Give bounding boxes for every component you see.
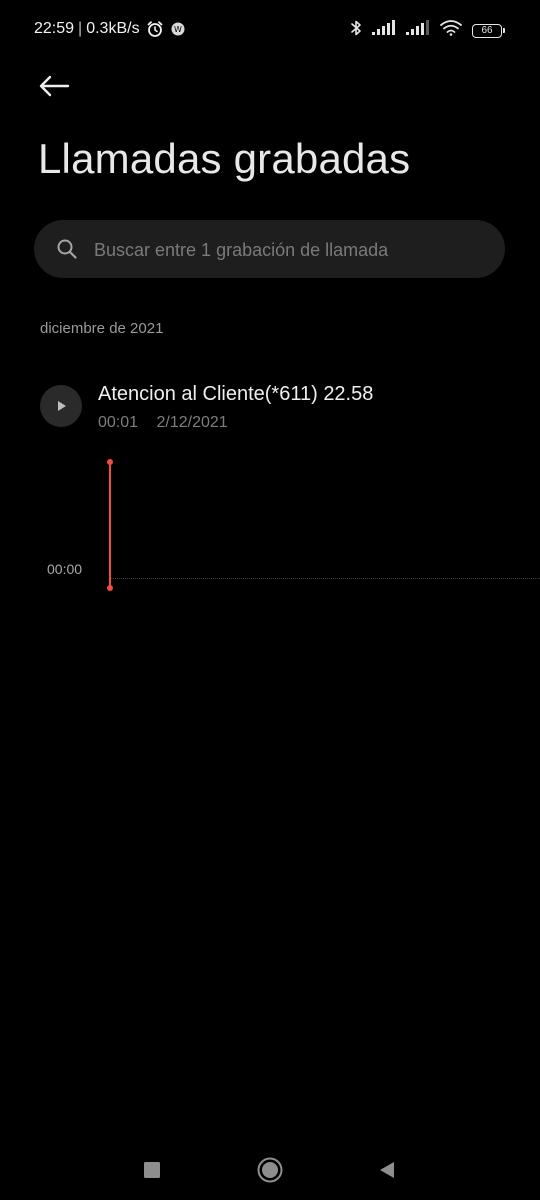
recording-title: Atencion al Cliente(*611) 22.58 bbox=[98, 383, 374, 405]
bluetooth-icon bbox=[350, 19, 362, 42]
waveform-player[interactable]: 00:00 bbox=[0, 455, 540, 595]
page-title: Llamadas grabadas bbox=[38, 135, 411, 182]
nav-back-button[interactable] bbox=[369, 1152, 405, 1188]
navigation-bar bbox=[0, 1140, 540, 1200]
signal-icon bbox=[372, 20, 396, 41]
play-button[interactable] bbox=[40, 385, 82, 427]
recording-date: 2/12/2021 bbox=[156, 414, 228, 431]
waveform-baseline bbox=[110, 578, 540, 579]
battery-level: 66 bbox=[481, 24, 493, 36]
home-button[interactable] bbox=[252, 1152, 288, 1188]
svg-text:W: W bbox=[174, 25, 182, 34]
recording-meta: 00:01 2/12/2021 bbox=[98, 414, 228, 432]
status-time: 22:59 bbox=[34, 20, 75, 37]
status-right: 66 bbox=[350, 19, 505, 42]
status-separator: | bbox=[78, 20, 83, 37]
notification-icon: W bbox=[170, 21, 186, 37]
search-box[interactable] bbox=[34, 220, 505, 280]
back-button[interactable] bbox=[34, 66, 74, 106]
status-left: 22:59 | 0.3kB/s W bbox=[34, 20, 186, 38]
playhead-handle[interactable] bbox=[107, 459, 113, 591]
back-icon bbox=[380, 1162, 394, 1178]
signal-icon-2 bbox=[406, 20, 430, 41]
recording-item[interactable]: Atencion al Cliente(*611) 22.58 00:01 2/… bbox=[34, 375, 514, 445]
search-input[interactable] bbox=[92, 220, 496, 280]
search-icon bbox=[57, 239, 77, 259]
play-icon bbox=[58, 401, 66, 411]
alarm-icon bbox=[146, 20, 164, 38]
section-header-month: diciembre de 2021 bbox=[40, 320, 164, 337]
battery-icon: 66 bbox=[472, 23, 505, 38]
recording-duration: 00:01 bbox=[98, 414, 139, 431]
recents-button[interactable] bbox=[134, 1152, 170, 1188]
playhead-line bbox=[109, 461, 111, 587]
network-speed: 0.3kB/s bbox=[86, 20, 140, 37]
recents-icon bbox=[144, 1162, 160, 1178]
playhead-bottom-dot bbox=[107, 585, 113, 591]
wifi-icon bbox=[440, 20, 462, 41]
home-icon bbox=[257, 1157, 283, 1183]
current-time: 00:00 bbox=[47, 561, 83, 577]
arrow-left-icon bbox=[39, 75, 70, 97]
status-bar: 22:59 | 0.3kB/s W 66 bbox=[0, 0, 540, 60]
